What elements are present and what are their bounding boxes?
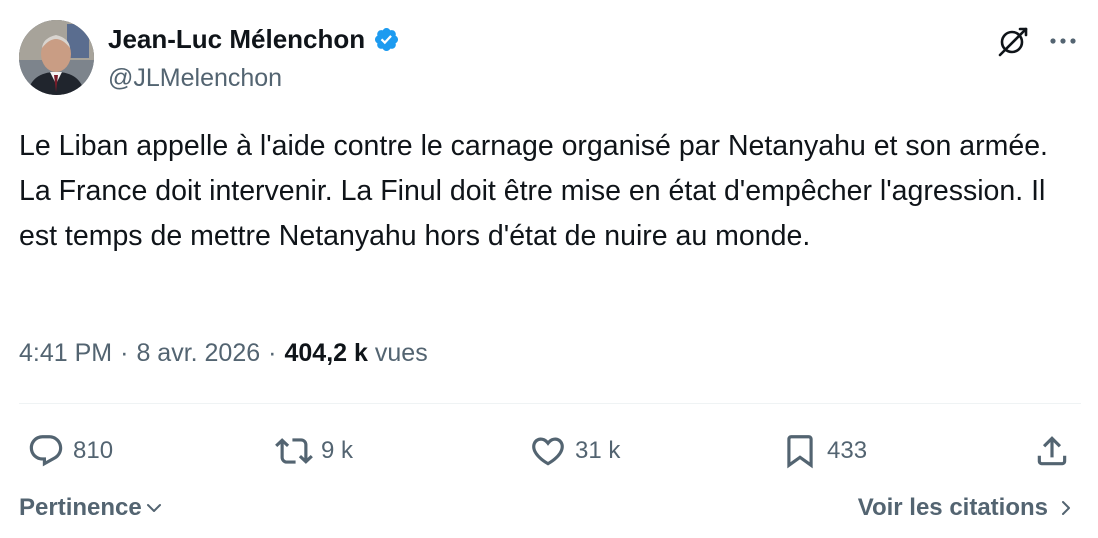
retweet-count: 9 k xyxy=(321,437,354,464)
view-quotes-label: Voir les citations xyxy=(857,494,1048,521)
bookmark-count: 433 xyxy=(827,437,868,464)
avatar[interactable] xyxy=(19,20,94,95)
like-count: 31 k xyxy=(575,437,621,464)
meta-separator: · xyxy=(120,339,129,367)
tweet-date[interactable]: 8 avr. 2026 xyxy=(136,335,260,371)
heart-icon xyxy=(532,437,564,466)
like-button[interactable]: 31 k xyxy=(529,428,620,474)
retweet-button[interactable]: 9 k xyxy=(275,428,353,474)
action-bar: 810 9 k 31 k 433 xyxy=(19,428,1081,474)
view-quotes-link[interactable]: Voir les citations xyxy=(858,494,1076,522)
author-handle[interactable]: @JLMelenchon xyxy=(108,62,282,94)
more-icon[interactable] xyxy=(1046,26,1080,56)
tweet-meta: 4:41 PM · 8 avr. 2026 · 404,2 k vues xyxy=(19,335,428,371)
reply-count: 810 xyxy=(73,437,114,464)
grok-icon[interactable] xyxy=(996,24,1030,58)
reply-icon xyxy=(29,435,63,467)
sort-dropdown[interactable]: Pertinence xyxy=(19,494,164,522)
author-name-row: Jean-Luc Mélenchon xyxy=(108,22,400,56)
tweet-time[interactable]: 4:41 PM xyxy=(19,335,112,371)
chevron-down-icon xyxy=(146,504,161,512)
share-icon xyxy=(1037,436,1067,466)
avatar-image xyxy=(19,20,94,95)
tweet-card: Jean-Luc Mélenchon @JLMelenchon Le Liban… xyxy=(0,0,1098,538)
views-count[interactable]: 404,2 k xyxy=(284,335,367,371)
author-display-name[interactable]: Jean-Luc Mélenchon xyxy=(108,22,365,56)
chevron-right-icon xyxy=(1062,501,1070,515)
sort-label: Pertinence xyxy=(19,494,142,521)
verified-badge-icon[interactable] xyxy=(373,26,400,53)
bookmark-icon xyxy=(787,435,813,469)
views-label: vues xyxy=(374,339,428,367)
retweet-icon xyxy=(275,438,313,464)
tweet-text: Le Liban appelle à l'aide contre le carn… xyxy=(19,130,1048,252)
reply-button[interactable]: 810 xyxy=(27,428,113,474)
divider xyxy=(19,403,1081,404)
bookmark-button[interactable]: 433 xyxy=(781,428,867,474)
meta-separator: · xyxy=(268,339,277,367)
share-button[interactable] xyxy=(1033,428,1071,474)
